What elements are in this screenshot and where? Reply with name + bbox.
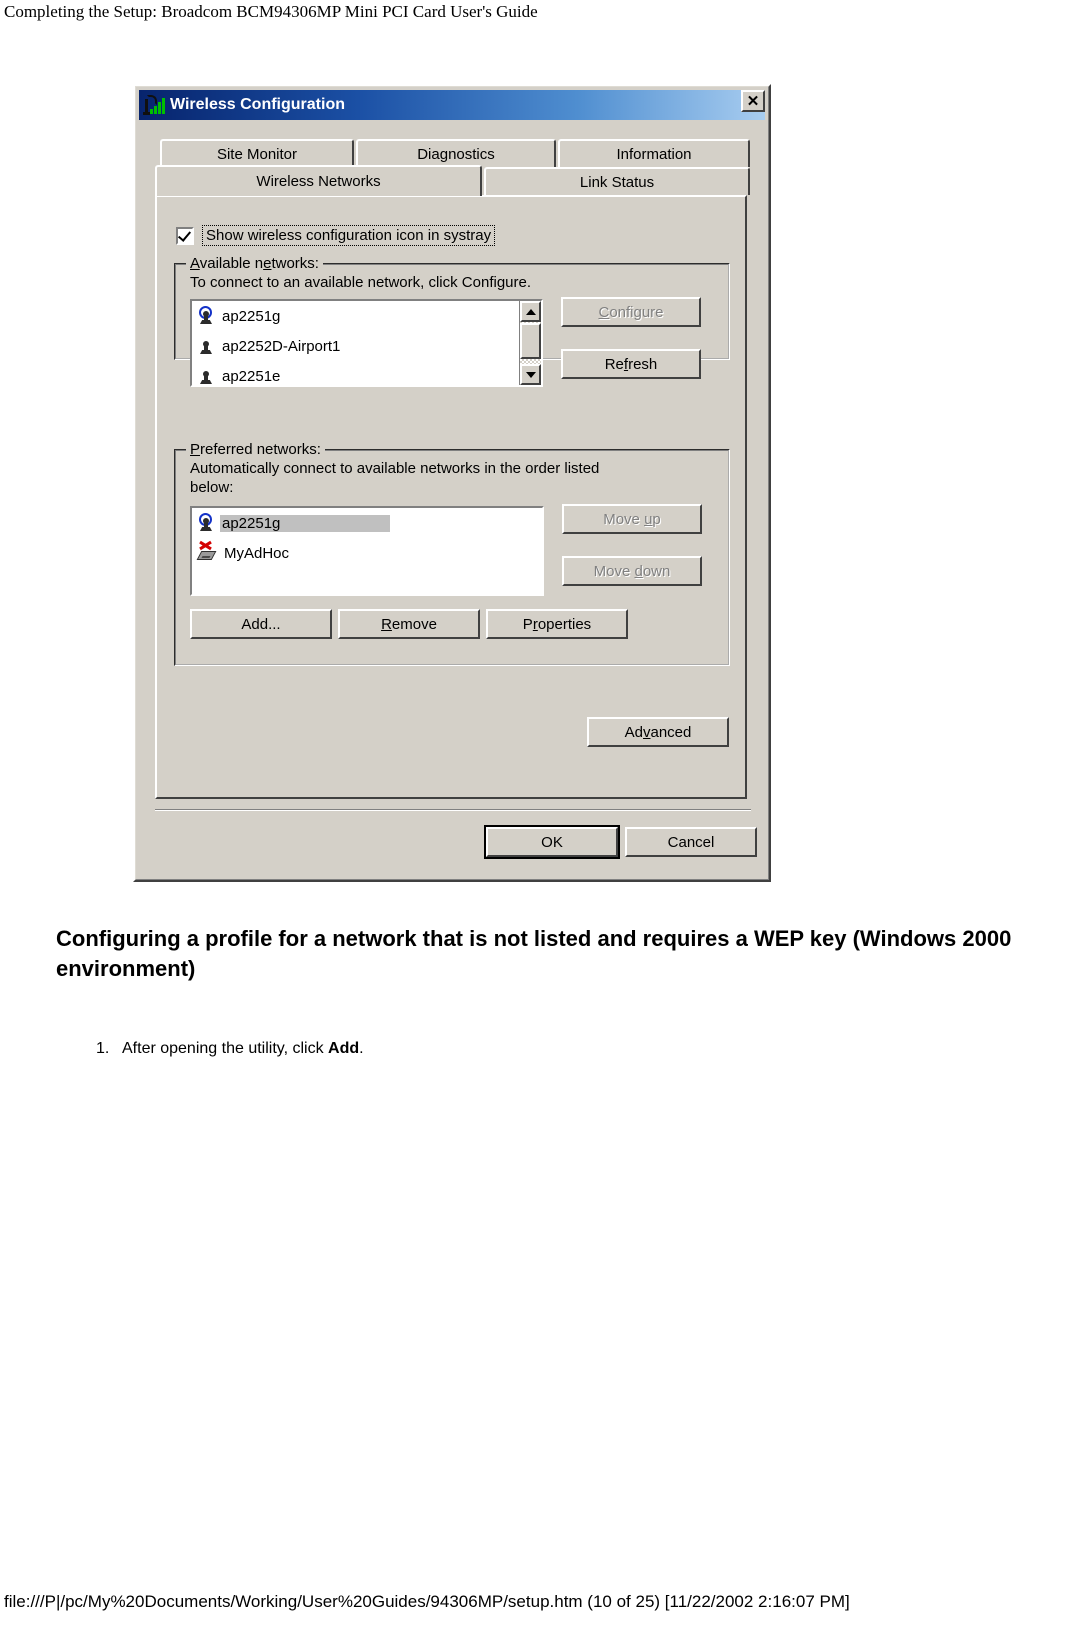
page-footer: file:///P|/pc/My%20Documents/Working/Use… <box>4 1592 850 1611</box>
cancel-button[interactable]: Cancel <box>625 827 757 857</box>
preferred-networks-listbox[interactable]: ap2251g MyAdHoc <box>190 506 544 596</box>
list-item-label: MyAdHoc <box>224 544 290 562</box>
preferred-note-line1: Automatically connect to available netwo… <box>190 460 600 477</box>
properties-button[interactable]: Properties <box>486 609 628 639</box>
remove-button[interactable]: Remove <box>338 609 480 639</box>
list-item-label: ap2251e <box>222 367 281 385</box>
access-point-active-icon <box>198 306 214 326</box>
move-down-button[interactable]: Move down <box>562 556 702 586</box>
preferred-note-line2: below: <box>190 479 234 496</box>
list-item[interactable]: MyAdHoc <box>192 538 542 568</box>
available-networks-group: Available networks: To connect to an ava… <box>174 255 730 387</box>
tab-link-status[interactable]: Link Status <box>484 167 750 195</box>
configure-button[interactable]: Configure <box>561 297 701 327</box>
footer-separator <box>155 809 751 811</box>
tab-information[interactable]: Information <box>558 139 750 167</box>
tab-site-monitor[interactable]: Site Monitor <box>160 139 354 167</box>
advanced-button-label: Advanced <box>624 723 692 741</box>
properties-button-label: Properties <box>522 615 592 633</box>
tab-diagnostics[interactable]: Diagnostics <box>356 139 556 167</box>
preferred-networks-note: Automatically connect to available netwo… <box>190 459 710 497</box>
tab-wireless-networks[interactable]: Wireless Networks <box>155 165 482 196</box>
refresh-button[interactable]: Refresh <box>561 349 701 379</box>
list-item-label: ap2252D-Airport1 <box>222 337 341 355</box>
move-down-button-label: Move down <box>593 562 671 580</box>
advanced-button[interactable]: Advanced <box>587 717 729 747</box>
systray-checkbox-row[interactable]: Show wireless configuration icon in syst… <box>176 225 496 246</box>
scroll-down-icon[interactable] <box>520 364 541 385</box>
preferred-networks-legend: Preferred networks: <box>186 441 325 458</box>
dialog-inner-frame: Wireless Configuration ✕ Site Monitor Di… <box>135 86 769 880</box>
dialog-title: Wireless Configuration <box>170 96 345 113</box>
list-item[interactable]: ap2251g <box>192 508 542 538</box>
page-header: Completing the Setup: Broadcom BCM94306M… <box>4 2 538 21</box>
wireless-networks-tab-page: Show wireless configuration icon in syst… <box>155 195 747 799</box>
scrollbar-thumb[interactable] <box>520 323 541 359</box>
list-item-bold-term: Add <box>328 1040 360 1057</box>
scroll-up-icon[interactable] <box>520 301 541 322</box>
add-button-label: Add... <box>241 615 281 633</box>
configure-button-label: Configure <box>598 303 664 321</box>
available-networks-listbox[interactable]: ap2251g ap2252D-Airport1 ap2251e <box>190 299 543 387</box>
available-networks-legend: Available networks: <box>186 255 323 272</box>
systray-checkbox[interactable] <box>176 226 194 245</box>
list-item[interactable]: ap2251e <box>192 361 541 385</box>
wireless-configuration-dialog: Wireless Configuration ✕ Site Monitor Di… <box>133 84 771 882</box>
list-item[interactable]: ap2251g <box>192 301 541 331</box>
ok-button[interactable]: OK <box>484 825 620 859</box>
adhoc-network-icon <box>196 540 217 563</box>
available-networks-note: To connect to an available network, clic… <box>190 274 532 291</box>
systray-checkbox-label: Show wireless configuration icon in syst… <box>202 225 496 246</box>
add-button[interactable]: Add... <box>190 609 332 639</box>
preferred-networks-group: Preferred networks: Automatically connec… <box>174 441 730 666</box>
list-item-label: ap2251g <box>222 307 281 325</box>
refresh-button-label: Refresh <box>604 355 658 373</box>
list-item-number: 1. <box>96 1040 110 1057</box>
list-item[interactable]: ap2252D-Airport1 <box>192 331 541 361</box>
list-item-text-suffix: . <box>359 1040 364 1057</box>
step-list: 1. After opening the utility, click Add. <box>96 1040 364 1058</box>
available-networks-scrollbar[interactable] <box>519 301 541 385</box>
dialog-titlebar: Wireless Configuration <box>139 90 765 120</box>
access-point-icon <box>198 336 214 356</box>
page-title: Configuring a profile for a network that… <box>56 926 1012 981</box>
list-item-label: ap2251g <box>220 514 391 532</box>
remove-button-label: Remove <box>381 615 437 633</box>
access-point-icon <box>198 366 214 385</box>
signal-bars-icon <box>143 95 165 115</box>
move-up-button[interactable]: Move up <box>562 504 702 534</box>
list-item-text: After opening the utility, click <box>122 1040 329 1057</box>
close-icon[interactable]: ✕ <box>741 90 765 112</box>
move-up-button-label: Move up <box>603 510 661 528</box>
access-point-active-icon <box>198 513 214 533</box>
